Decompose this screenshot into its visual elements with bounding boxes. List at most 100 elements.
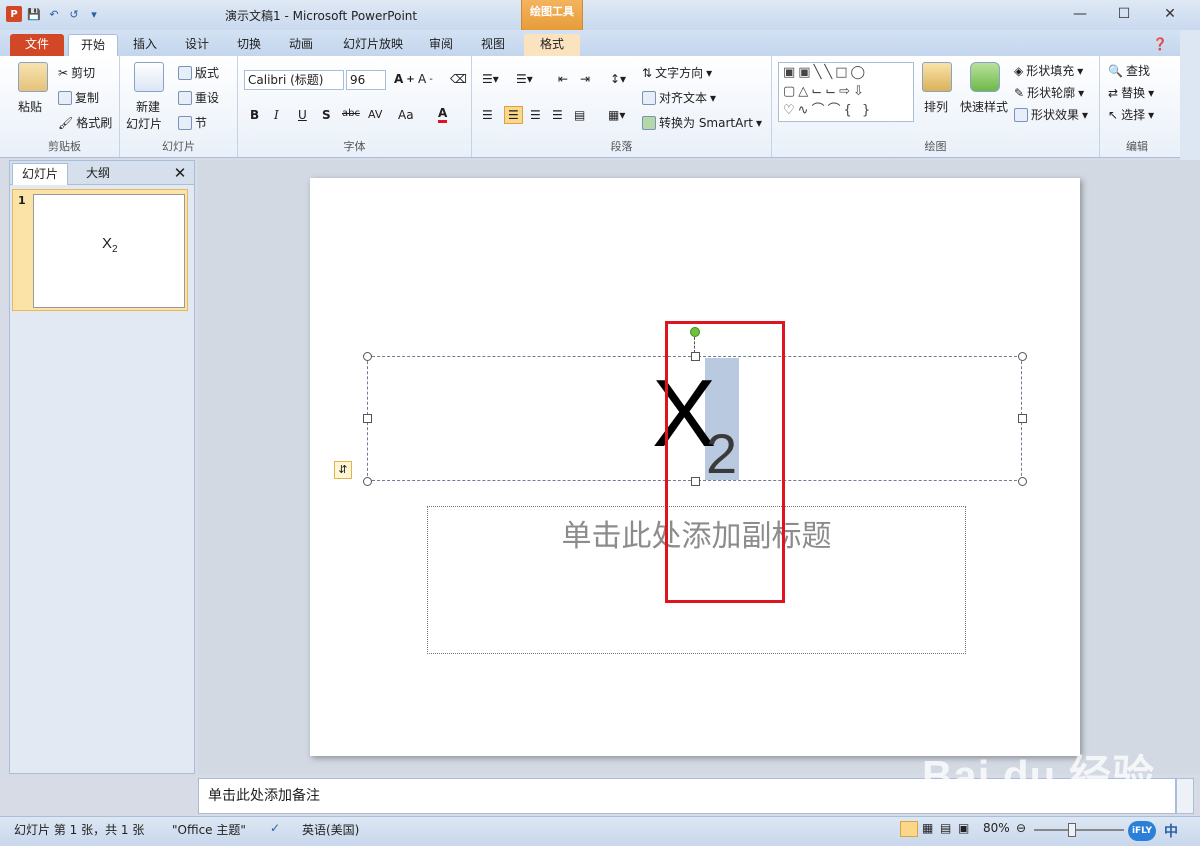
line-spacing-icon[interactable]: ↕▾ — [610, 72, 626, 86]
tab-slides-pane[interactable]: 幻灯片 — [12, 163, 68, 185]
layout-button[interactable]: 版式 — [178, 64, 219, 81]
paragraph-label: 段落 — [610, 140, 633, 153]
minimize-button[interactable]: — — [1058, 0, 1102, 28]
format-painter-button[interactable]: 🖌 格式刷 — [58, 114, 112, 131]
zoom-slider[interactable] — [1034, 829, 1124, 831]
font-name-select[interactable]: Calibri (标题) — [244, 70, 344, 90]
resize-handle-tr[interactable] — [1018, 352, 1027, 361]
shrink-font-icon[interactable]: A- — [418, 72, 433, 86]
highlight-annotation-box — [665, 321, 785, 603]
arrange-icon[interactable] — [922, 62, 952, 92]
underline-button[interactable]: U — [298, 108, 307, 122]
justify-icon[interactable]: ☰ — [552, 108, 563, 122]
section-button[interactable]: 节 — [178, 114, 207, 131]
arrange-button[interactable]: 排列 — [924, 98, 948, 115]
quick-styles-icon[interactable] — [970, 62, 1000, 92]
align-text-button[interactable]: 对齐文本 ▾ — [642, 89, 716, 106]
slideshow-view-icon[interactable]: ▣ — [958, 821, 969, 835]
redo-icon[interactable]: ↺ — [66, 6, 82, 22]
font-size-select[interactable]: 96 — [346, 70, 386, 90]
tab-format[interactable]: 格式 — [524, 34, 580, 56]
align-left-icon[interactable]: ☰ — [482, 108, 493, 122]
new-slide-label-2[interactable]: 幻灯片 — [126, 115, 162, 132]
maximize-button[interactable]: ☐ — [1102, 0, 1146, 28]
zoom-level[interactable]: 80% — [983, 821, 1010, 835]
resize-handle-tl[interactable] — [363, 352, 372, 361]
tab-insert[interactable]: 插入 — [122, 34, 168, 56]
notes-scrollbar[interactable] — [1176, 778, 1194, 814]
slide-thumbnail-selected[interactable]: 1 X2 — [12, 189, 188, 311]
tab-animations[interactable]: 动画 — [278, 34, 324, 56]
shape-outline-button[interactable]: ✎ 形状轮廓 ▾ — [1014, 84, 1084, 101]
language-status[interactable]: 英语(美国) — [302, 821, 359, 838]
new-slide-icon[interactable] — [134, 62, 164, 92]
ime-chinese-icon[interactable]: 中 — [1164, 821, 1178, 841]
columns-icon[interactable]: ▦▾ — [608, 108, 625, 122]
tab-transitions[interactable]: 切换 — [226, 34, 272, 56]
distribute-icon[interactable]: ▤ — [574, 108, 585, 122]
tab-home[interactable]: 开始 — [68, 34, 118, 56]
change-case-button[interactable]: Aa — [398, 108, 414, 122]
undo-icon[interactable]: ↶ — [46, 6, 62, 22]
customize-qat-icon[interactable]: ▾ — [86, 6, 102, 22]
ribbon-scrollbar[interactable] — [1180, 30, 1200, 160]
spellcheck-icon[interactable]: ✓ — [270, 821, 280, 835]
close-pane-icon[interactable]: ✕ — [170, 163, 190, 185]
ifly-ime-icon[interactable]: iFLY — [1128, 821, 1156, 841]
strikethrough-button[interactable]: abc — [342, 108, 360, 119]
increase-indent-icon[interactable]: ⇥ — [580, 72, 590, 86]
shapes-gallery[interactable]: ▣▣╲╲□◯ ▢△⌙⌙⇨⇩ ♡∿⌒⌒{ } — [778, 62, 914, 122]
tab-view[interactable]: 视图 — [470, 34, 516, 56]
paste-button[interactable]: 粘贴 — [18, 98, 42, 115]
resize-handle-l[interactable] — [363, 414, 372, 423]
font-color-button[interactable]: A — [438, 106, 448, 123]
select-button[interactable]: ↖ 选择 ▾ — [1108, 106, 1154, 123]
grow-font-icon[interactable]: A + — [394, 72, 415, 86]
autofit-options-icon[interactable]: ⇵ — [334, 461, 352, 479]
quick-styles-button[interactable]: 快速样式 — [960, 98, 1008, 115]
replace-button[interactable]: ⇄ 替换 ▾ — [1108, 84, 1154, 101]
italic-button[interactable]: I — [274, 108, 279, 122]
shape-effects-button[interactable]: 形状效果 ▾ — [1014, 106, 1088, 123]
normal-view-icon[interactable] — [900, 821, 918, 837]
smartart-button[interactable]: 转换为 SmartArt ▾ — [642, 114, 762, 131]
reset-button[interactable]: 重设 — [178, 89, 219, 106]
numbering-icon[interactable]: ☰▾ — [516, 72, 533, 86]
resize-handle-br[interactable] — [1018, 477, 1027, 486]
tab-file[interactable]: 文件 — [10, 34, 64, 56]
find-button[interactable]: 🔍 查找 — [1108, 62, 1150, 79]
slide-canvas[interactable]: X 2 单击此处添加副标题 — [310, 178, 1080, 756]
title-bar: P 💾 ↶ ↺ ▾ 演示文稿1 - Microsoft PowerPoint 绘… — [0, 0, 1200, 30]
copy-button[interactable]: 复制 — [58, 89, 99, 106]
close-button[interactable]: ✕ — [1148, 0, 1192, 28]
section-label: 节 — [195, 116, 208, 130]
powerpoint-logo-icon[interactable]: P — [6, 6, 22, 22]
sorter-view-icon[interactable]: ▦ — [922, 821, 933, 835]
help-icon[interactable]: ❓ — [1150, 34, 1170, 56]
resize-handle-r[interactable] — [1018, 414, 1027, 423]
zoom-out-icon[interactable]: ⊖ — [1016, 821, 1026, 835]
align-center-icon[interactable]: ☰ — [504, 106, 523, 124]
decrease-indent-icon[interactable]: ⇤ — [558, 72, 568, 86]
resize-handle-bl[interactable] — [363, 477, 372, 486]
reading-view-icon[interactable]: ▤ — [940, 821, 951, 835]
zoom-slider-thumb[interactable] — [1068, 823, 1076, 837]
tab-slideshow[interactable]: 幻灯片放映 — [334, 34, 412, 56]
new-slide-label-1[interactable]: 新建 — [136, 98, 160, 115]
shape-fill-button[interactable]: ◈ 形状填充 ▾ — [1014, 62, 1083, 79]
char-spacing-button[interactable]: AV — [368, 108, 382, 121]
cut-button[interactable]: ✂ 剪切 — [58, 64, 95, 81]
paste-icon[interactable] — [18, 62, 48, 92]
clear-format-icon[interactable]: ⌫ — [450, 72, 467, 86]
save-icon[interactable]: 💾 — [26, 6, 42, 22]
tab-design[interactable]: 设计 — [174, 34, 220, 56]
tab-outline-pane[interactable]: 大纲 — [70, 163, 126, 185]
bullets-icon[interactable]: ☰▾ — [482, 72, 499, 86]
tab-review[interactable]: 审阅 — [418, 34, 464, 56]
theme-status[interactable]: "Office 主题" — [172, 821, 246, 838]
slide-thumbnail[interactable]: X2 — [33, 194, 185, 308]
bold-button[interactable]: B — [250, 108, 259, 122]
align-right-icon[interactable]: ☰ — [530, 108, 541, 122]
shadow-button[interactable]: S — [322, 108, 331, 122]
text-direction-button[interactable]: ⇅ 文字方向 ▾ — [642, 64, 712, 81]
